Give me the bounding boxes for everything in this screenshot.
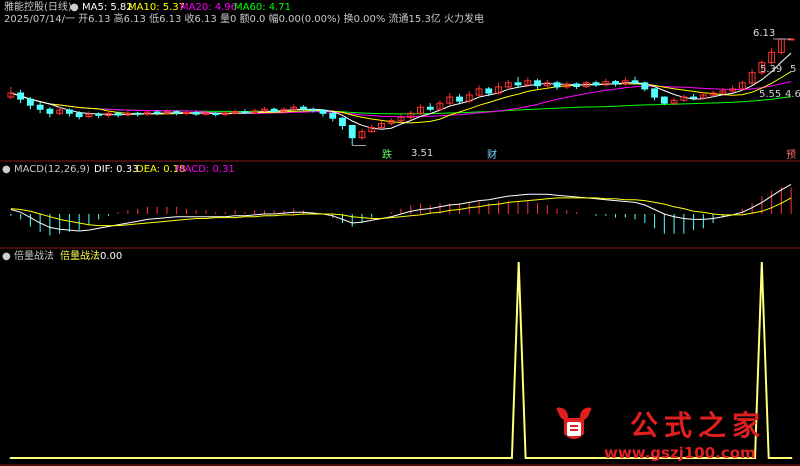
candle-body xyxy=(173,111,181,114)
watermark-url[interactable]: www.gszj100.com xyxy=(604,444,756,462)
macd-dif: DIF: 0.33 xyxy=(94,164,139,175)
candle-body xyxy=(300,106,307,110)
candle-body xyxy=(114,112,122,116)
candle-body xyxy=(553,82,561,88)
candle-body xyxy=(241,111,249,114)
chart-canvas xyxy=(0,38,800,466)
factor-collapse-icon[interactable]: ● xyxy=(2,251,11,263)
high-price-label: 6.13 xyxy=(753,28,776,39)
tag-yu[interactable]: 预 xyxy=(786,150,796,162)
ma5-label: MA5: 5.82 xyxy=(82,2,133,13)
ma20-label: MA20: 4.96 xyxy=(180,2,238,13)
right-label-d: 5.55 xyxy=(759,89,782,100)
candle-body xyxy=(348,125,356,139)
candle-body xyxy=(212,112,220,116)
candle-body xyxy=(690,96,698,99)
candle-body xyxy=(485,88,493,94)
candle-body xyxy=(183,112,190,114)
settings-dot-icon[interactable]: ● xyxy=(70,2,79,14)
right-label-c: 4.66 xyxy=(785,89,800,100)
candle-body xyxy=(192,112,200,115)
low-price-label: 3.51 xyxy=(411,148,434,159)
bull-logo-icon xyxy=(556,407,592,439)
tag-cai[interactable]: 财 xyxy=(487,150,497,162)
candle-body xyxy=(329,112,337,119)
candlestick-series xyxy=(7,38,795,146)
candle-body xyxy=(26,98,34,106)
candle-body xyxy=(592,82,600,86)
macd-histogram xyxy=(10,187,792,236)
macd-title: MACD(12,26,9) xyxy=(14,164,90,175)
candle-body xyxy=(36,104,44,110)
watermark: 公式之家 www.gszj100.com xyxy=(546,402,796,464)
candle-body xyxy=(153,111,161,114)
ohlc-info: 2025/07/14/一 开6.13 高6.13 低6.13 收6.13 量0 … xyxy=(4,14,484,25)
candle-body xyxy=(573,83,580,87)
candle-body xyxy=(17,92,25,100)
candle-body xyxy=(339,117,346,126)
candle-body xyxy=(651,88,659,98)
factor-title: 倍量战法 xyxy=(14,251,54,262)
factor-name: 倍量战法 xyxy=(60,251,100,262)
candle-body xyxy=(660,96,668,104)
candle-body xyxy=(46,108,54,114)
candle-body xyxy=(134,112,142,115)
candle-body xyxy=(270,108,278,112)
candle-body xyxy=(514,82,522,86)
ma10-label: MA10: 5.37 xyxy=(128,2,186,13)
watermark-title: 公式之家 xyxy=(630,409,767,442)
ma60-label: MA60: 4.71 xyxy=(234,2,292,13)
candle-body xyxy=(65,109,73,114)
candle-body xyxy=(534,80,541,87)
factor-value: 0.00 xyxy=(100,251,123,262)
candle-body xyxy=(641,82,649,90)
macd-collapse-icon[interactable]: ● xyxy=(2,164,11,176)
candle-body xyxy=(95,113,103,116)
right-label-a: 5.39 xyxy=(760,64,783,75)
tag-die[interactable]: 跌 xyxy=(382,150,392,162)
candle-body xyxy=(456,96,463,102)
stock-title: 雅能控股(日线) xyxy=(4,2,72,13)
right-label-b: 5 xyxy=(790,64,797,75)
candle-body xyxy=(612,81,619,85)
macd-value: MACD: 0.31 xyxy=(176,164,235,175)
candle-body xyxy=(426,106,434,110)
candle-body xyxy=(202,112,210,115)
candle-body xyxy=(75,112,83,118)
candle-body xyxy=(319,109,327,114)
candle-body xyxy=(631,80,639,84)
candle-body xyxy=(309,108,317,111)
